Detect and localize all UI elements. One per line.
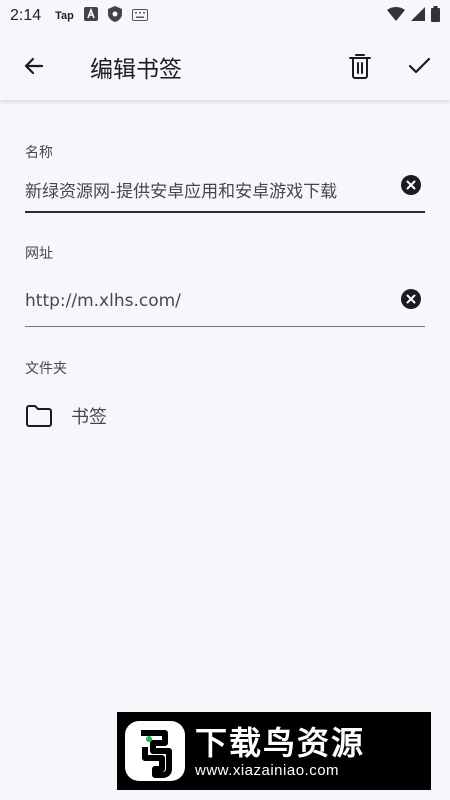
folder-label: 文件夹	[25, 361, 67, 377]
name-underline	[25, 211, 425, 213]
name-label: 名称	[25, 145, 53, 161]
status-bar: 2:14 Tap	[0, 0, 450, 32]
url-value[interactable]: http://m.xlhs.com/	[25, 291, 181, 311]
watermark-title: 下载鸟资源	[195, 723, 366, 762]
url-label: 网址	[25, 246, 53, 262]
wifi-icon	[387, 7, 405, 25]
arrow-back-icon	[24, 57, 44, 75]
url-field[interactable]: http://m.xlhs.com/	[25, 283, 425, 327]
checkmark-icon	[408, 57, 431, 74]
clear-url-button[interactable]	[401, 289, 421, 309]
app-toolbar: 编辑书签	[0, 32, 450, 100]
trash-icon	[349, 54, 371, 79]
folder-selector[interactable]: 书签	[25, 398, 425, 434]
watermark-url: www.xiazainiao.com	[195, 761, 340, 779]
app-a-icon	[83, 7, 98, 25]
battery-icon	[431, 6, 440, 26]
url-underline	[25, 326, 425, 327]
clear-name-button[interactable]	[401, 175, 421, 195]
bird-logo-icon	[125, 721, 185, 781]
folder-value: 书签	[71, 407, 107, 428]
status-time: 2:14	[10, 7, 42, 24]
status-app-label: Tap	[55, 10, 74, 22]
delete-button[interactable]	[340, 46, 380, 86]
signal-icon	[411, 7, 425, 25]
keyboard-icon	[131, 7, 148, 25]
page-title: 编辑书签	[90, 57, 182, 83]
save-button[interactable]	[399, 46, 439, 86]
close-icon	[406, 180, 416, 190]
name-field[interactable]: 新绿资源网-提供安卓应用和安卓游戏下载	[25, 169, 425, 213]
close-icon	[406, 294, 416, 304]
name-value[interactable]: 新绿资源网-提供安卓应用和安卓游戏下载	[25, 177, 337, 202]
back-button[interactable]	[14, 46, 54, 86]
folder-icon	[26, 405, 52, 427]
watermark-banner: 下载鸟资源 www.xiazainiao.com	[117, 712, 431, 790]
shield-icon	[107, 6, 122, 26]
